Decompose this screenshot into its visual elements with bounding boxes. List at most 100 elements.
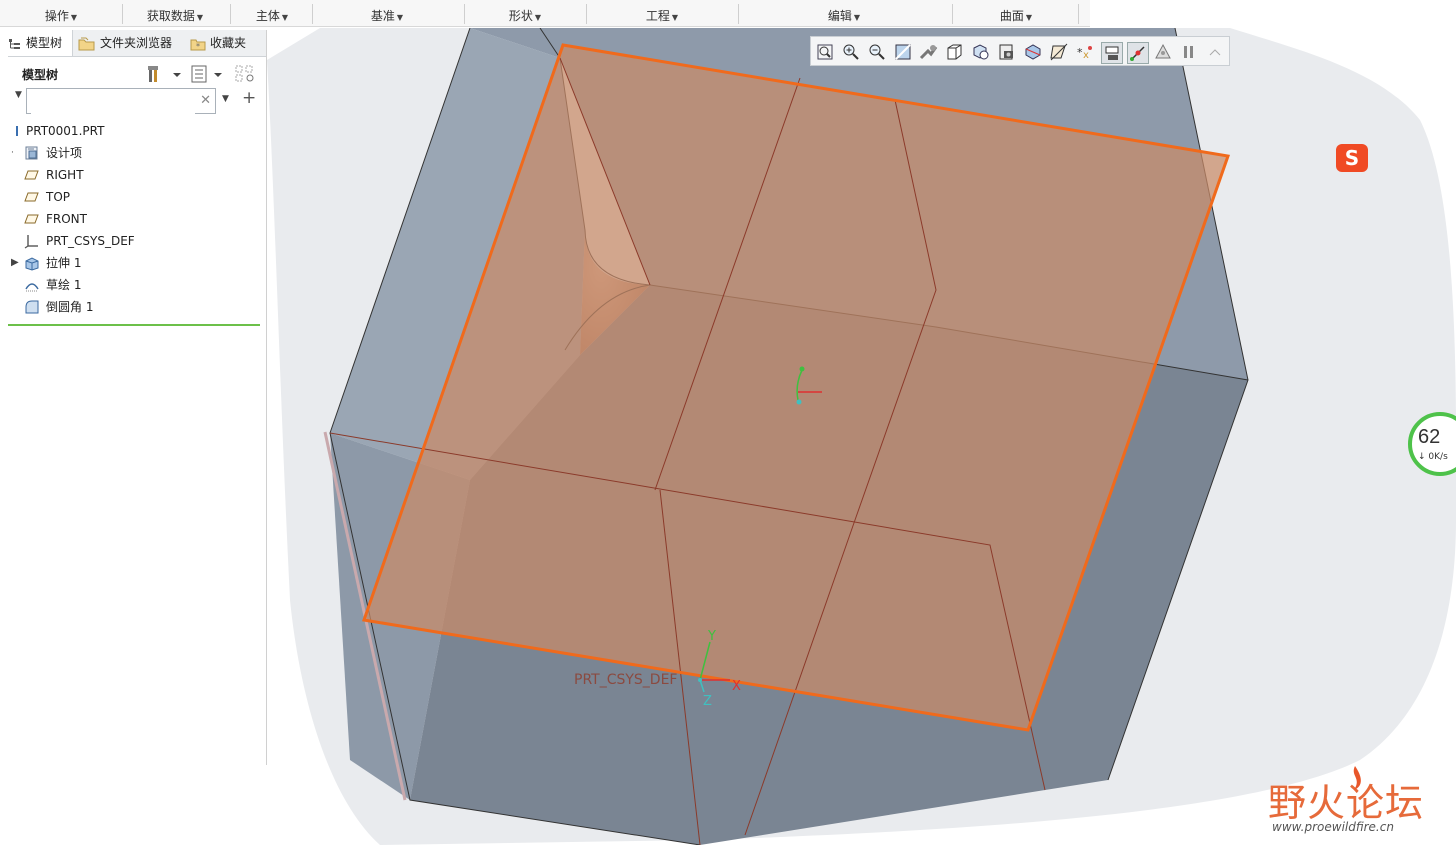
favorites-folder-icon: * <box>190 39 206 51</box>
tree-item-sketch[interactable]: 草绘 1 <box>8 274 266 296</box>
svg-text:*: * <box>196 42 200 51</box>
model-view[interactable]: PRT_CSYS_DEF Y X Z <box>267 28 1456 845</box>
zoom-in-icon[interactable] <box>841 42 861 62</box>
tree-item-csys[interactable]: PRT_CSYS_DEF <box>8 230 266 252</box>
spin-center-toggle-icon[interactable] <box>1127 42 1149 64</box>
down-arrow-icon: ↓ <box>1418 452 1429 462</box>
model-tree: PRT0001.PRT · 设计项 RIGHT TOP FRONT PRT_CS… <box>8 120 266 318</box>
tree-item-part[interactable]: PRT0001.PRT <box>8 120 266 142</box>
expand-icon[interactable]: · <box>11 142 14 164</box>
speed-value: 62 <box>1418 426 1441 448</box>
tree-item-label: PRT_CSYS_DEF <box>46 234 135 248</box>
tab-folder-browser[interactable]: 文件夹浏览器 <box>78 30 190 56</box>
caret-down-icon: ▼ <box>70 13 78 22</box>
filter-button[interactable] <box>234 64 258 84</box>
clear-icon[interactable]: ✕ <box>200 93 211 108</box>
datum-plane-icon <box>24 214 39 224</box>
ribbon-group-get-data[interactable]: 获取数据 ▼ <box>140 7 210 25</box>
model-tree-icon <box>9 38 20 49</box>
display-style-icon[interactable] <box>945 42 965 62</box>
expand-arrow-icon[interactable]: ▶ <box>11 252 19 274</box>
ribbon-group-editing[interactable]: 编辑 ▼ <box>822 7 866 25</box>
axis-label-x: X <box>732 679 741 694</box>
caret-down-icon: ▼ <box>1025 13 1033 22</box>
ribbon-group-label: 编辑 <box>827 9 852 23</box>
datum-plane-icon <box>24 192 39 202</box>
caret-down-icon: ▼ <box>671 13 679 22</box>
tree-item-label: RIGHT <box>46 168 84 182</box>
ribbon-separator <box>586 4 587 24</box>
insert-here-line[interactable] <box>8 324 260 326</box>
tree-item-label: 倒圆角 1 <box>46 300 94 314</box>
view-toolbar: * x <box>810 36 1230 66</box>
view-manager-icon[interactable] <box>997 42 1017 62</box>
ribbon-group-shapes[interactable]: 形状 ▼ <box>503 7 547 25</box>
settings-button[interactable] <box>146 64 186 84</box>
list-icon <box>191 65 222 83</box>
folder-icon <box>78 37 95 50</box>
ribbon-group-label: 获取数据 <box>146 9 195 23</box>
zoom-out-icon[interactable] <box>867 42 887 62</box>
ribbon-group-engineering[interactable]: 工程 ▼ <box>640 7 684 25</box>
search-options-caret-icon[interactable]: ▼ <box>222 94 229 104</box>
ribbon-separator <box>952 4 953 24</box>
ribbon-separator <box>312 4 313 24</box>
triangle-icon[interactable] <box>1153 42 1173 62</box>
tree-item-label: PRT0001.PRT <box>26 124 105 138</box>
more-icon[interactable] <box>1205 42 1225 62</box>
sogou-ime-badge[interactable]: S <box>1336 144 1368 172</box>
tree-item-label: FRONT <box>46 212 87 226</box>
annotation-display-icon[interactable]: * x <box>1075 42 1095 62</box>
datum-display-icon[interactable] <box>1049 42 1069 62</box>
search-input[interactable] <box>31 90 195 114</box>
ribbon-group-surfaces[interactable]: 曲面 ▼ <box>994 7 1038 25</box>
plane-tag-display-icon[interactable] <box>1101 42 1123 64</box>
ribbon-group-datum[interactable]: 基准 ▼ <box>365 7 409 25</box>
saved-orientations-icon[interactable] <box>971 42 991 62</box>
tree-item-top-plane[interactable]: TOP <box>8 186 266 208</box>
navigator-tabs: 模型树 文件夹浏览器 * 收藏夹 <box>8 30 266 57</box>
tree-item-label: TOP <box>46 190 71 204</box>
tools-icon <box>148 66 181 82</box>
caret-down-icon: ▼ <box>534 13 542 22</box>
tree-item-label: 拉伸 1 <box>46 256 82 270</box>
watermark-url: www.proewildfire.cn <box>1272 820 1394 834</box>
tree-filter-icon <box>235 65 254 82</box>
flame-icon <box>1353 766 1361 790</box>
axis-label-z: Z <box>703 694 712 709</box>
funnel-icon[interactable]: ▼ <box>15 90 22 100</box>
perspective-icon[interactable] <box>919 42 939 62</box>
design-items-icon <box>25 146 38 160</box>
repaint-icon[interactable] <box>893 42 913 62</box>
ribbon-group-label: 主体 <box>255 9 280 23</box>
add-filter-icon[interactable]: + <box>242 88 256 108</box>
ribbon-separator <box>122 4 123 24</box>
tree-item-front-plane[interactable]: FRONT <box>8 208 266 230</box>
tree-item-design-items[interactable]: · 设计项 <box>8 142 266 164</box>
tab-favorites[interactable]: * 收藏夹 <box>190 30 266 56</box>
tree-item-right-plane[interactable]: RIGHT <box>8 164 266 186</box>
extrude-icon <box>25 257 39 271</box>
axis-label-y: Y <box>707 629 716 644</box>
watermark: 野火论坛 www.proewildfire.cn <box>1268 766 1448 836</box>
tree-item-extrude[interactable]: ▶ 拉伸 1 <box>8 252 266 274</box>
tree-item-label: 草绘 1 <box>46 278 82 292</box>
ribbon-group-operations[interactable]: 操作 ▼ <box>36 7 86 25</box>
section-icon[interactable] <box>1023 42 1043 62</box>
ribbon-group-label: 曲面 <box>999 9 1024 23</box>
tree-item-round[interactable]: 倒圆角 1 <box>8 296 266 318</box>
svg-text:x: x <box>1083 50 1089 61</box>
pause-icon[interactable] <box>1179 42 1199 62</box>
model-tree-title: 模型树 <box>22 68 59 82</box>
coordinate-system-icon <box>24 235 38 249</box>
caret-down-icon: ▼ <box>196 13 204 22</box>
tab-model-tree[interactable]: 模型树 <box>8 30 73 56</box>
ribbon-separator <box>230 4 231 24</box>
ribbon-group-label: 工程 <box>645 9 670 23</box>
show-button[interactable] <box>190 64 230 84</box>
speed-rate: ↓ 0K/s <box>1418 452 1448 462</box>
graphics-window[interactable]: PRT_CSYS_DEF Y X Z <box>267 28 1456 845</box>
tree-item-label: 设计项 <box>46 146 83 160</box>
refit-icon[interactable] <box>815 42 835 62</box>
ribbon-group-body[interactable]: 主体 ▼ <box>250 7 294 25</box>
